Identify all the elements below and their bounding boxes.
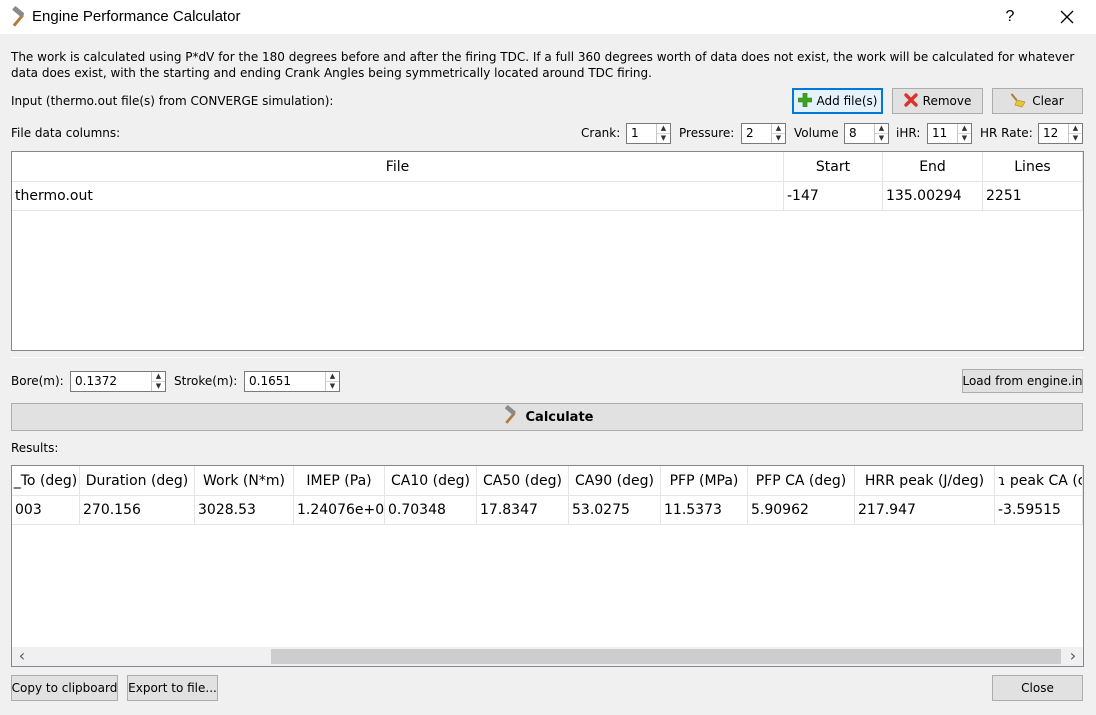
results-table[interactable]: _To (deg) Duration (deg) Work (N*m) IMEP… (11, 465, 1084, 667)
spin-down-icon[interactable]: ▼ (326, 381, 339, 391)
hrrate-value: 12 (1043, 126, 1059, 140)
table-cell[interactable]: 53.0275 (569, 496, 661, 525)
ihr-label: iHR: (896, 126, 921, 140)
clear-button[interactable]: Clear (992, 88, 1083, 114)
pressure-label: Pressure: (679, 126, 735, 140)
remove-button[interactable]: Remove (892, 88, 983, 114)
spin-up-icon[interactable]: ▲ (152, 372, 165, 381)
hrrate-spinbox[interactable]: 12 ▲ ▼ (1038, 123, 1083, 144)
window-title: Engine Performance Calculator (32, 8, 241, 25)
plus-icon (797, 92, 812, 110)
calculate-label: Calculate (525, 409, 594, 425)
column-header[interactable]: CA90 (deg) (569, 466, 661, 496)
spin-down-icon[interactable]: ▼ (152, 381, 165, 391)
remove-x-icon (903, 92, 918, 110)
column-header[interactable]: CA50 (deg) (477, 466, 569, 496)
pressure-spinbox[interactable]: 2 ▲ ▼ (741, 123, 786, 144)
table-cell[interactable]: 3028.53 (195, 496, 294, 525)
hammer-icon (8, 6, 30, 28)
crank-spinbox[interactable]: 1 ▲ ▼ (626, 123, 671, 144)
crank-label: Crank: (581, 126, 621, 140)
spin-down-icon[interactable]: ▼ (875, 133, 888, 143)
table-cell[interactable]: 0.70348 (385, 496, 477, 525)
column-header[interactable]: _To (deg) (12, 466, 80, 496)
scroll-left-icon[interactable]: ‹ (14, 647, 30, 666)
scroll-right-icon[interactable]: › (1065, 647, 1081, 666)
table-cell[interactable]: 11.5373 (661, 496, 748, 525)
add-files-button[interactable]: Add file(s) (792, 88, 883, 114)
column-header[interactable]: ɿ peak CA (c (995, 466, 1083, 496)
spin-down-icon[interactable]: ▼ (958, 133, 971, 143)
spin-up-icon[interactable]: ▲ (326, 372, 339, 381)
description-text: The work is calculated using P*dV for th… (11, 50, 1075, 80)
calculate-button[interactable]: Calculate (11, 403, 1083, 431)
column-header[interactable]: Work (N*m) (195, 466, 294, 496)
bore-spinbox[interactable]: 0.1372 ▲ ▼ (70, 371, 166, 392)
ihr-value: 11 (932, 126, 948, 140)
clear-label: Clear (1032, 94, 1064, 108)
crank-value: 1 (631, 126, 639, 140)
horizontal-scrollbar[interactable]: ‹ › (12, 647, 1083, 666)
table-cell[interactable]: 135.00294 (883, 182, 983, 211)
table-cell[interactable]: 003 (12, 496, 80, 525)
column-header[interactable]: PFP CA (deg) (748, 466, 855, 496)
input-label: Input (thermo.out file(s) from CONVERGE … (11, 94, 334, 108)
spin-up-icon[interactable]: ▲ (1069, 124, 1082, 133)
scroll-thumb[interactable] (271, 649, 1061, 664)
hrrate-label: HR Rate: (980, 126, 1033, 140)
export-file-button[interactable]: Export to file... (127, 675, 218, 701)
ihr-spinbox[interactable]: 11 ▲ ▼ (927, 123, 972, 144)
broom-icon (1010, 92, 1027, 111)
table-cell[interactable]: 217.947 (855, 496, 995, 525)
table-cell[interactable]: 2251 (983, 182, 1083, 211)
help-button[interactable]: ? (996, 4, 1024, 30)
table-cell[interactable]: 17.8347 (477, 496, 569, 525)
column-header[interactable]: IMEP (Pa) (294, 466, 385, 496)
stroke-label: Stroke(m): (174, 374, 238, 388)
table-cell[interactable]: 5.90962 (748, 496, 855, 525)
spin-down-icon[interactable]: ▼ (657, 133, 670, 143)
volume-label: Volume (794, 126, 839, 140)
spin-up-icon[interactable]: ▲ (772, 124, 785, 133)
copy-clipboard-button[interactable]: Copy to clipboard (11, 675, 118, 701)
column-header[interactable]: PFP (MPa) (661, 466, 748, 496)
column-header-lines[interactable]: Lines (983, 152, 1083, 182)
hammer-icon (501, 405, 521, 429)
stroke-spinbox[interactable]: 0.1651 ▲ ▼ (244, 371, 340, 392)
close-icon[interactable] (1050, 4, 1084, 30)
table-cell[interactable]: -3.59515 (995, 496, 1083, 525)
bore-label: Bore(m): (11, 374, 64, 388)
spin-up-icon[interactable]: ▲ (657, 124, 670, 133)
stroke-value: 0.1651 (249, 374, 291, 388)
column-header[interactable]: HRR peak (J/deg) (855, 466, 995, 496)
spin-up-icon[interactable]: ▲ (875, 124, 888, 133)
column-header[interactable]: CA10 (deg) (385, 466, 477, 496)
spin-down-icon[interactable]: ▼ (1069, 133, 1082, 143)
spin-down-icon[interactable]: ▼ (772, 133, 785, 143)
bore-value: 0.1372 (75, 374, 117, 388)
columns-label: File data columns: (11, 126, 121, 140)
divider (11, 357, 1084, 358)
volume-spinbox[interactable]: 8 ▲ ▼ (844, 123, 889, 144)
close-button[interactable]: Close (992, 675, 1083, 701)
volume-value: 8 (849, 126, 857, 140)
column-header-file[interactable]: File (12, 152, 784, 182)
column-header-start[interactable]: Start (784, 152, 883, 182)
table-cell[interactable]: -147 (784, 182, 883, 211)
pressure-value: 2 (746, 126, 754, 140)
remove-label: Remove (922, 94, 972, 108)
table-cell[interactable]: 270.156 (80, 496, 195, 525)
add-files-label: Add file(s) (816, 94, 878, 108)
results-label: Results: (11, 441, 59, 455)
column-header-end[interactable]: End (883, 152, 983, 182)
spin-up-icon[interactable]: ▲ (958, 124, 971, 133)
load-engine-button[interactable]: Load from engine.in (962, 369, 1083, 393)
column-header[interactable]: Duration (deg) (80, 466, 195, 496)
files-table[interactable]: File Start End Lines thermo.out -147 135… (11, 151, 1084, 351)
table-cell[interactable]: thermo.out (12, 182, 784, 211)
table-cell[interactable]: 1.24076e+06 (294, 496, 385, 525)
